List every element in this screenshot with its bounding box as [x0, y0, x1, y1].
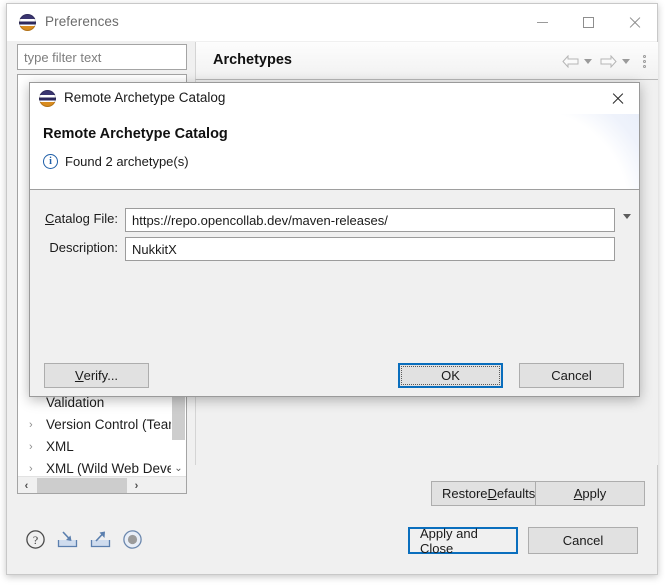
- arrow-right-icon: [600, 55, 617, 68]
- close-icon: [628, 16, 641, 29]
- tree-item-label: XML: [46, 439, 74, 454]
- ok-label: OK: [441, 368, 460, 383]
- tree-horizontal-scrollbar[interactable]: ‹ ›: [18, 476, 186, 493]
- eclipse-icon: [39, 90, 56, 107]
- description-input[interactable]: [125, 237, 615, 261]
- scroll-right-icon[interactable]: ›: [128, 477, 145, 494]
- svg-text:?: ?: [33, 533, 38, 547]
- dialog-header: Remote Archetype Catalog i Found 2 arche…: [30, 114, 639, 190]
- window-minimize-button[interactable]: [519, 4, 565, 41]
- bottom-icon-group: ?: [25, 529, 143, 550]
- eclipse-icon: [19, 14, 36, 31]
- back-button[interactable]: [562, 51, 579, 71]
- apply-mnemonic: A: [574, 486, 583, 501]
- tree-item-label: Validation: [46, 395, 104, 410]
- info-icon: i: [43, 154, 58, 169]
- chevron-right-icon[interactable]: ›: [29, 414, 39, 436]
- chevron-right-icon[interactable]: ›: [29, 458, 39, 478]
- cancel-label: Cancel: [563, 533, 603, 548]
- kebab-dot: [643, 65, 646, 68]
- dialog-button-bar: Verify... OK Cancel: [30, 355, 639, 396]
- chevron-down-icon[interactable]: [623, 214, 631, 219]
- restore-defaults-mnemonic: D: [488, 486, 497, 501]
- import-icon[interactable]: [56, 529, 79, 550]
- chevron-down-icon: [622, 59, 630, 64]
- record-toggle-icon[interactable]: [122, 529, 143, 550]
- catalog-file-row: Catalog File:: [30, 208, 639, 232]
- dialog-cancel-button[interactable]: Cancel: [519, 363, 624, 388]
- minimize-icon: [537, 22, 548, 23]
- catalog-file-label: Catalog File:: [30, 211, 118, 226]
- forward-button[interactable]: [600, 51, 617, 71]
- catalog-file-mnemonic: C: [45, 211, 54, 226]
- export-icon[interactable]: [89, 529, 112, 550]
- scroll-down-icon[interactable]: ⌄: [171, 461, 186, 476]
- restore-defaults-post: efaults: [497, 486, 535, 501]
- scroll-left-icon[interactable]: ‹: [18, 477, 35, 494]
- tree-item-label: Version Control (Team: [46, 417, 173, 432]
- verify-mnemonic: V: [75, 368, 84, 383]
- help-icon[interactable]: ?: [25, 529, 46, 550]
- verify-label: erify...: [84, 368, 118, 383]
- description-row: Description:: [30, 237, 639, 261]
- description-label: Description:: [30, 240, 118, 255]
- dialog-titlebar: Remote Archetype Catalog: [30, 83, 639, 114]
- remote-archetype-catalog-dialog: Remote Archetype Catalog Remote Archetyp…: [29, 82, 640, 397]
- restore-defaults-pre: Restore: [442, 486, 488, 501]
- apply-label: pply: [582, 486, 606, 501]
- window-maximize-button[interactable]: [565, 4, 611, 41]
- page-header: Archetypes: [195, 42, 658, 80]
- tree-item[interactable]: › Version Control (Team: [18, 414, 173, 436]
- page-title: Archetypes: [213, 52, 292, 68]
- forward-history-button[interactable]: [620, 51, 635, 71]
- preferences-window: Preferences Validation › Version Control…: [6, 3, 658, 575]
- window-close-button[interactable]: [611, 4, 657, 41]
- arrow-left-icon: [562, 55, 579, 68]
- window-titlebar: Preferences: [7, 4, 657, 41]
- chevron-right-icon[interactable]: ›: [29, 436, 39, 458]
- tree-item[interactable]: › XML (Wild Web Deve: [18, 458, 173, 478]
- tree-item[interactable]: › XML: [18, 436, 173, 458]
- chevron-down-icon: [584, 59, 592, 64]
- header-decoration-inner: [546, 114, 639, 190]
- maximize-icon: [583, 17, 594, 28]
- apply-and-close-label: Apply and Close: [420, 526, 506, 556]
- bottom-bar: ? Apply and Close Cancel: [7, 512, 657, 574]
- dialog-cancel-label: Cancel: [551, 368, 591, 383]
- ok-button[interactable]: OK: [398, 363, 503, 388]
- kebab-dot: [643, 55, 646, 58]
- dialog-title: Remote Archetype Catalog: [64, 90, 225, 105]
- apply-button[interactable]: Apply: [535, 481, 645, 506]
- restore-defaults-button[interactable]: Restore Defaults: [431, 481, 546, 506]
- page-toolbar: [562, 51, 652, 71]
- window-title: Preferences: [45, 14, 119, 29]
- dialog-body: Catalog File: Description:: [30, 190, 639, 357]
- catalog-file-label-text: atalog File:: [54, 211, 118, 226]
- dialog-status-text: Found 2 archetype(s): [65, 154, 189, 169]
- catalog-file-input[interactable]: [125, 208, 615, 232]
- close-icon: [611, 92, 624, 105]
- verify-button[interactable]: Verify...: [44, 363, 149, 388]
- view-menu-button[interactable]: [643, 51, 646, 71]
- tree-item-label: XML (Wild Web Deve: [46, 461, 173, 476]
- filter-input[interactable]: [17, 44, 187, 70]
- back-history-button[interactable]: [582, 51, 597, 71]
- kebab-dot: [643, 60, 646, 63]
- dialog-heading: Remote Archetype Catalog: [43, 126, 228, 142]
- cancel-button[interactable]: Cancel: [528, 527, 638, 554]
- tree-horizontal-scroll-thumb[interactable]: [37, 478, 127, 493]
- apply-and-close-button[interactable]: Apply and Close: [408, 527, 518, 554]
- dialog-status: i Found 2 archetype(s): [43, 154, 189, 169]
- dialog-close-button[interactable]: [599, 83, 635, 114]
